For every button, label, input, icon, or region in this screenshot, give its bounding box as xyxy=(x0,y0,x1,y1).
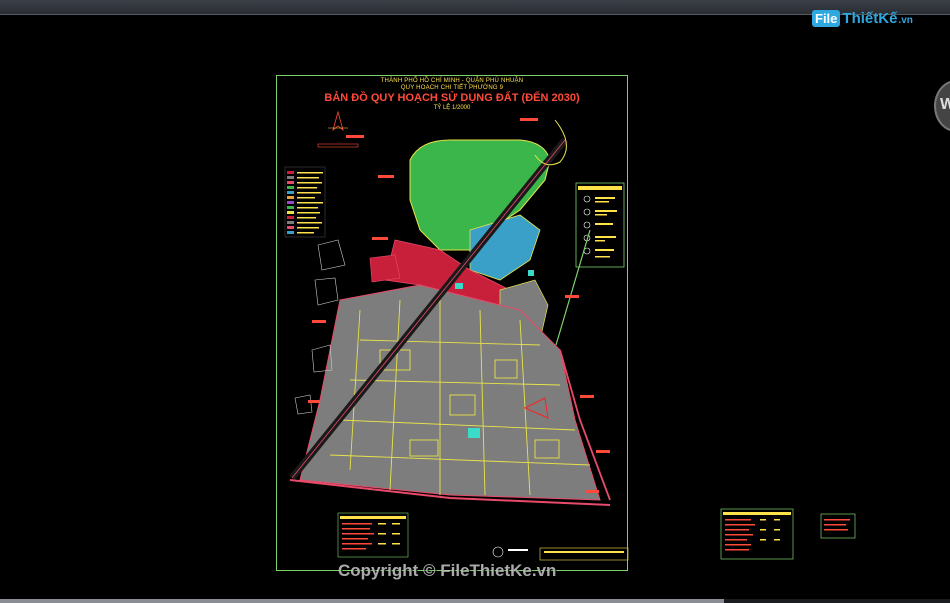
drawing-subtitle-ward: QUY HOẠCH CHI TIẾT PHƯỜNG 9 xyxy=(400,85,504,91)
logo-suffix-text: .vn xyxy=(898,15,913,26)
drawing-subtitle-city: THÀNH PHỐ HỒ CHÍ MINH - QUẬN PHÚ NHUẬN xyxy=(380,78,524,84)
drawing-scale: TỶ LỆ 1/2000 xyxy=(433,105,471,111)
statistics-table-right xyxy=(720,508,794,560)
drawing-title: BẢN ĐỒ QUY HOẠCH SỬ DỤNG ĐẤT (ĐẾN 2030) xyxy=(324,92,580,104)
window-toolbar xyxy=(0,0,950,15)
horizontal-scrollbar-track xyxy=(0,599,950,603)
horizontal-scrollbar-thumb[interactable] xyxy=(0,599,724,603)
legend-small-table xyxy=(820,513,856,539)
logo-name-text: ThiếtKế xyxy=(842,10,898,27)
site-logo[interactable]: File ThiếtKế .vn xyxy=(812,10,913,27)
drawing-sheet-frame xyxy=(276,75,628,571)
drawing-title-block: THÀNH PHỐ HỒ CHÍ MINH - QUẬN PHÚ NHUẬN Q… xyxy=(316,78,588,112)
side-badge-letter: W xyxy=(940,96,950,113)
logo-box-text: File xyxy=(812,10,841,27)
copyright-watermark: Copyright © FileThietKe.vn xyxy=(338,561,557,580)
